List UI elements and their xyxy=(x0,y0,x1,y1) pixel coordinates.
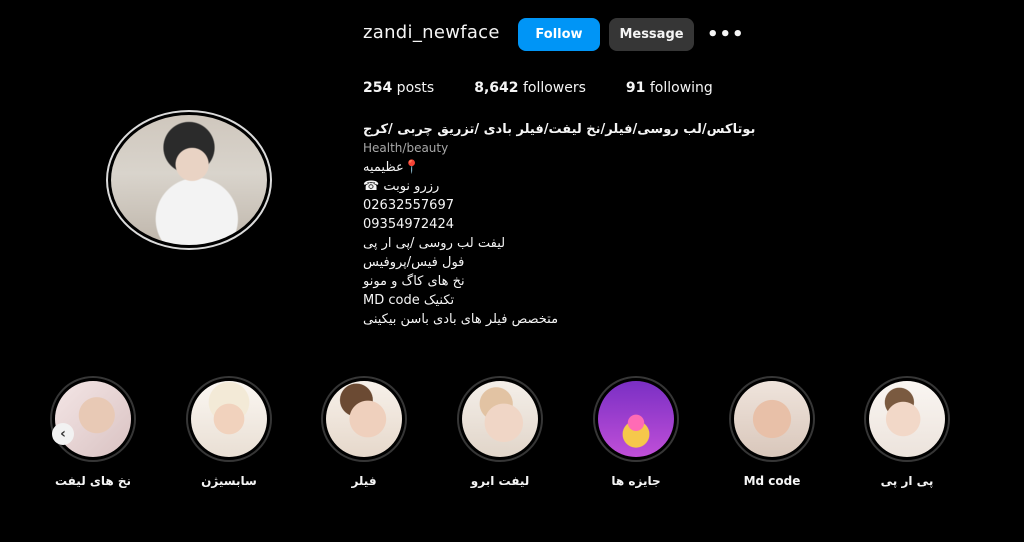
profile-username: zandi_newface xyxy=(363,22,500,43)
bio-category: Health/beauty xyxy=(363,141,449,155)
bio-line: متخصص فیلر های بادی باسن بیکینی xyxy=(363,312,559,327)
highlight-cover-ring xyxy=(593,376,679,462)
followers-label: followers xyxy=(518,80,586,96)
highlight-cover-ring xyxy=(729,376,815,462)
followers-stat[interactable]: 8,642 followers xyxy=(474,80,586,96)
profile-photo xyxy=(111,115,267,245)
followers-count: 8,642 xyxy=(474,80,519,96)
highlight-label: لیفت ابرو xyxy=(470,474,530,488)
bio-line: 02632557697 xyxy=(363,198,454,213)
bio-line: لیفت لب روسی /پی ار پی xyxy=(363,236,506,251)
highlight-awards[interactable]: جایزه ها xyxy=(591,376,681,488)
highlight-cover-ring xyxy=(457,376,543,462)
highlight-brow-lift[interactable]: لیفت ابرو xyxy=(455,376,545,488)
profile-avatar[interactable] xyxy=(106,110,272,250)
bio-line: فول فیس/پروفیس xyxy=(363,255,465,270)
posts-count: 254 xyxy=(363,80,393,96)
highlight-label: جایزه ها xyxy=(611,474,661,488)
highlight-cover-image xyxy=(869,381,945,457)
posts-stat: 254 posts xyxy=(363,80,434,96)
highlight-label: نخ های لیفت xyxy=(54,474,132,488)
bio-line: نخ های کاگ و مونو xyxy=(363,274,465,289)
highlight-cover-ring xyxy=(864,376,950,462)
chevron-left-icon[interactable]: ‹ xyxy=(52,423,74,445)
more-options-icon[interactable]: ••• xyxy=(707,24,745,45)
bio-line: 09354972424 xyxy=(363,217,454,232)
profile-stats: 254 posts 8,642 followers 91 following xyxy=(363,80,753,96)
highlight-label: فیلر xyxy=(351,474,377,488)
highlight-cover-ring xyxy=(186,376,272,462)
profile-bio: بوتاکس/لب روسی/فیلر/نخ لیفت/فیلر بادی /ت… xyxy=(363,120,763,329)
bio-line: 📍عظیمیه xyxy=(363,160,420,175)
follow-button[interactable]: Follow xyxy=(518,18,600,51)
message-button[interactable]: Message xyxy=(609,18,694,51)
bio-line: MD code تکنیک xyxy=(363,293,455,308)
following-count: 91 xyxy=(625,80,646,96)
highlight-subcision[interactable]: سابسیژن xyxy=(184,376,274,488)
highlight-label: پی ار پی xyxy=(880,474,934,488)
highlight-cover-image xyxy=(326,381,402,457)
highlight-cover-image xyxy=(598,381,674,457)
highlight-md-code[interactable]: Md code xyxy=(727,376,817,488)
bio-title: بوتاکس/لب روسی/فیلر/نخ لیفت/فیلر بادی /ت… xyxy=(363,122,756,137)
highlight-cover-image xyxy=(462,381,538,457)
posts-label: posts xyxy=(392,80,435,96)
highlight-prp[interactable]: پی ار پی xyxy=(862,376,952,488)
highlight-cover-image xyxy=(55,381,131,457)
following-label: following xyxy=(645,80,713,96)
highlight-label: Md code xyxy=(743,474,801,488)
bio-line: رزرو نوبت ☎ xyxy=(363,179,440,194)
highlight-cover-ring xyxy=(321,376,407,462)
following-stat[interactable]: 91 following xyxy=(626,80,713,96)
highlight-cover-image xyxy=(734,381,810,457)
highlight-cover-image xyxy=(191,381,267,457)
highlight-cover-ring xyxy=(50,376,136,462)
highlight-label: سابسیژن xyxy=(201,474,257,488)
highlight-filler[interactable]: فیلر xyxy=(319,376,409,488)
